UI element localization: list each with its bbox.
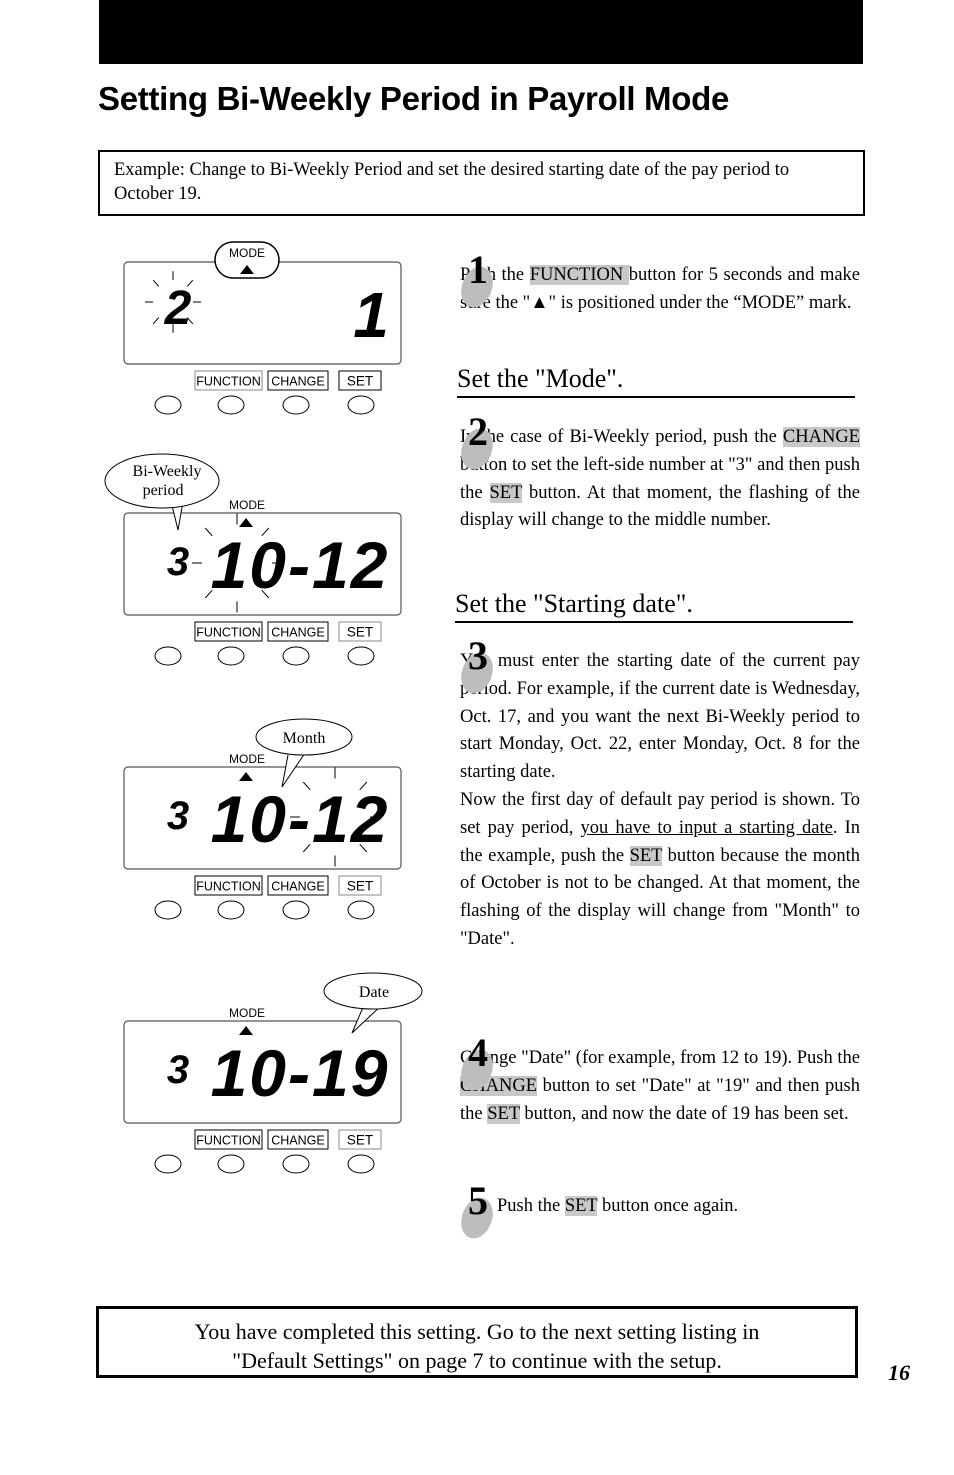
function-label: FUNCTION: [196, 626, 261, 640]
step-4: 4 Change "Date" (for example, from 12 to…: [455, 1033, 860, 1128]
set-label: SET: [347, 374, 373, 389]
function-label: FUNCTION: [196, 880, 261, 894]
set-label: SET: [347, 1133, 373, 1148]
change-label: CHANGE: [271, 375, 324, 389]
callout-text: Month: [283, 730, 326, 747]
blank-button[interactable]: [154, 395, 182, 415]
step-5: 5 Push the SET button once again.: [455, 1181, 860, 1243]
set-label: SET: [347, 625, 373, 640]
function-button[interactable]: [217, 395, 245, 415]
function-label: FUNCTION: [196, 375, 261, 389]
right-display: 10-12: [211, 782, 390, 856]
change-button[interactable]: [282, 1154, 310, 1174]
section-mode: Set the "Mode".: [457, 364, 855, 398]
left-digit: 3: [167, 794, 189, 838]
change-button[interactable]: [282, 395, 310, 415]
mode-label: MODE: [229, 752, 265, 766]
page-number: 16: [888, 1360, 910, 1385]
step-3: 3 You must enter the starting date of th…: [455, 636, 860, 954]
left-digit: 2: [164, 282, 192, 335]
mode-label: MODE: [229, 1006, 265, 1020]
change-button[interactable]: [282, 646, 310, 666]
button-row: FUNCTION CHANGE SET: [154, 1129, 382, 1174]
step-number-badge: 1: [455, 250, 499, 312]
blank-button[interactable]: [154, 1154, 182, 1174]
lcd-panel-3: MODE 3 10-12 FUNCTION CHANGE SET Month: [123, 718, 402, 920]
step-number-badge: 5: [455, 1181, 499, 1243]
section-starting-date: Set the "Starting date".: [455, 589, 853, 623]
step-number-badge: 4: [455, 1033, 499, 1095]
set-label: SET: [347, 879, 373, 894]
mode-label: MODE: [229, 246, 265, 260]
change-label: CHANGE: [271, 626, 324, 640]
function-button[interactable]: [217, 646, 245, 666]
blank-button[interactable]: [154, 646, 182, 666]
triangle-icon: ▲: [530, 292, 549, 313]
change-button[interactable]: [282, 900, 310, 920]
set-button[interactable]: [347, 900, 375, 920]
step-number-badge: 2: [455, 412, 499, 474]
function-label: FUNCTION: [196, 1134, 261, 1148]
blank-button[interactable]: [154, 900, 182, 920]
step-number-badge: 3: [455, 636, 499, 698]
completion-note: You have completed this setting. Go to t…: [96, 1306, 858, 1378]
set-button[interactable]: [347, 646, 375, 666]
button-row: FUNCTION CHANGE SET: [154, 370, 382, 415]
lcd-panel-2: MODE 3 10-12 FUNCTION CHANGE SET Bi-Weekly peri…: [104, 453, 402, 666]
right-display: 10-12: [211, 528, 390, 602]
callout-text: Date: [359, 984, 389, 1001]
function-button-ref: FUNCTION: [529, 265, 629, 285]
step-1: 1 Push the FUNCTION button for 5 seconds…: [455, 250, 860, 318]
button-row: FUNCTION CHANGE SET: [154, 621, 382, 666]
change-label: CHANGE: [271, 880, 324, 894]
step-2: 2 In the case of Bi-Weekly period, push …: [455, 412, 860, 535]
set-button[interactable]: [347, 395, 375, 415]
function-button[interactable]: [217, 900, 245, 920]
mode-label: MODE: [229, 498, 265, 512]
function-button[interactable]: [217, 1154, 245, 1174]
callout-text: Bi-Weekly: [133, 463, 202, 480]
left-digit: 3: [167, 540, 189, 584]
left-digit: 3: [167, 1048, 189, 1092]
right-display: 1: [353, 279, 391, 351]
callout-text: period: [143, 482, 184, 499]
right-display: 10-19: [211, 1036, 390, 1110]
button-row: FUNCTION CHANGE SET: [154, 875, 382, 920]
lcd-panel-1: MODE 2 1 FUNCTION CHANGE SET: [123, 241, 402, 415]
set-button[interactable]: [347, 1154, 375, 1174]
change-label: CHANGE: [271, 1134, 324, 1148]
lcd-panels: MODE 2 1 FUNCTION CHANGE SET MODE 3 10-12 FUNCTIO…: [104, 241, 423, 1174]
lcd-panel-4: MODE 3 10-19 FUNCTION CHANGE SET Date: [123, 972, 423, 1174]
